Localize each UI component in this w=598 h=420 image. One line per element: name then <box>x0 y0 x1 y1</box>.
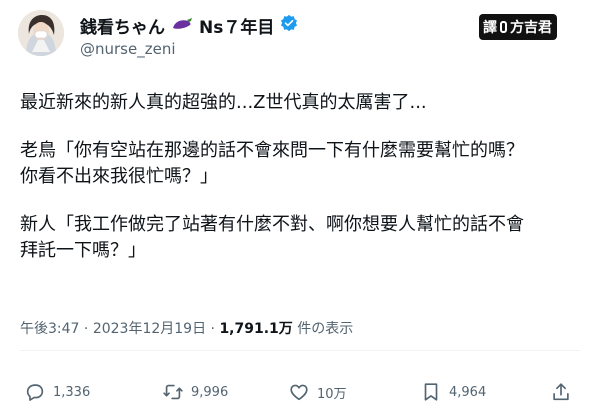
tweet-date[interactable]: 2023年12月19日 <box>93 321 206 337</box>
author-display-suffix[interactable]: Ns７年目 <box>199 13 274 38</box>
bookmark-count: 4,964 <box>449 384 487 400</box>
watermark-prefix: 譯 <box>483 20 497 36</box>
meta-separator: · <box>210 321 215 337</box>
author-name-row[interactable]: 銭看ちゃん Ns７年目 <box>80 12 298 38</box>
tweet-text: 最近新來的新人真的超強的...Z世代真的太厲害了... 老鳥「你有空站在那邊的話… <box>20 90 590 264</box>
watermark-name: 方吉君 <box>510 20 552 36</box>
author-handle[interactable]: @nurse_zeni <box>80 40 176 58</box>
eggplant-icon <box>171 16 193 35</box>
translator-watermark: 譯 方吉君 <box>479 14 557 40</box>
bookmark-icon <box>420 381 442 403</box>
author-display-name[interactable]: 銭看ちゃん <box>80 13 165 38</box>
like-count: 10万 <box>317 386 347 402</box>
avatar[interactable] <box>18 10 64 56</box>
watermark-separator-icon <box>500 21 507 33</box>
retweet-icon <box>162 381 184 403</box>
tweet-paragraph: 老鳥「你有空站在那邊的話不會來問一下有什麼需要幫忙的嗎？ 你看不出來我很忙嗎？」 <box>20 140 524 187</box>
like-button[interactable]: 10万 <box>288 378 347 406</box>
retweet-button[interactable]: 9,996 <box>162 378 228 406</box>
heart-icon <box>288 381 310 403</box>
tweet-meta: 午後3:47 · 2023年12月19日 · 1,791.1万 件の表示 <box>20 318 353 338</box>
reply-button[interactable]: 1,336 <box>24 378 90 406</box>
reply-count: 1,336 <box>53 384 91 400</box>
share-button[interactable] <box>550 378 572 406</box>
bookmark-button[interactable]: 4,964 <box>420 378 486 406</box>
verified-badge-icon <box>280 14 298 36</box>
share-icon <box>550 381 572 403</box>
retweet-count: 9,996 <box>191 384 229 400</box>
tweet-time[interactable]: 午後3:47 <box>20 321 79 337</box>
views-count: 1,791.1万 <box>219 321 293 337</box>
tweet-actions: 1,336 9,996 10万 4,964 <box>24 378 576 406</box>
meta-separator: · <box>83 321 89 337</box>
reply-icon <box>24 381 46 403</box>
avatar-photo <box>18 10 64 56</box>
divider <box>20 350 580 351</box>
tweet-paragraph: 最近新來的新人真的超強的...Z世代真的太厲害了... <box>20 92 427 113</box>
tweet-paragraph: 新人「我工作做完了站著有什麼不對、啊你想要人幫忙的話不會 拜託一下嗎？」 <box>20 214 524 261</box>
views-label: 件の表示 <box>297 321 354 337</box>
